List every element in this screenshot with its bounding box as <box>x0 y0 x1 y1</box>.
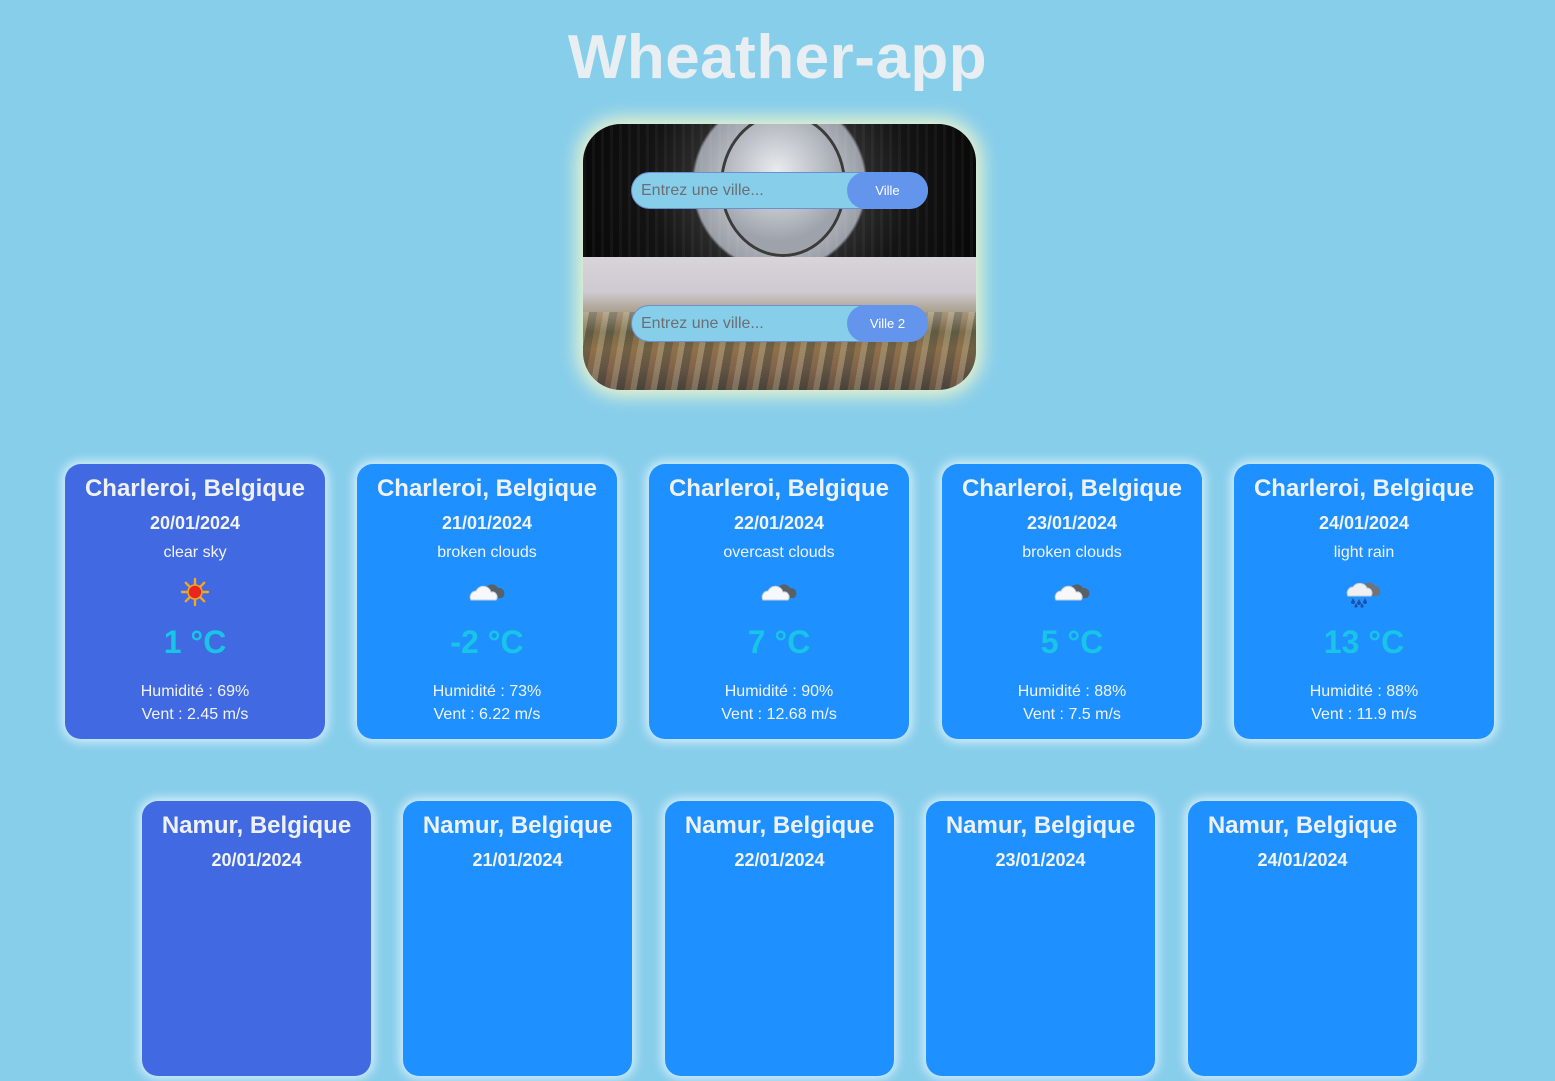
card-date: 20/01/2024 <box>149 513 241 533</box>
card-humidity: Humidité : 88% <box>1309 683 1419 700</box>
forecast-card[interactable]: Namur, Belgique 23/01/2024 <box>926 801 1155 1076</box>
broken-clouds-icon <box>1054 584 1090 601</box>
city-search-2: Ville 2 <box>631 305 928 342</box>
card-humidity: Humidité : 88% <box>1017 683 1127 700</box>
card-wind: Vent : 6.22 m/s <box>433 706 541 723</box>
card-city: Charleroi, Belgique <box>84 475 306 502</box>
card-date: 21/01/2024 <box>472 850 563 870</box>
card-city: Namur, Belgique <box>945 812 1136 839</box>
broken-clouds-icon <box>761 584 797 601</box>
search-panel: Ville Ville 2 <box>583 124 976 390</box>
city-search-1: Ville <box>631 172 928 209</box>
card-humidity: Humidité : 73% <box>432 683 542 700</box>
app-title: Wheather-app <box>567 23 988 92</box>
card-humidity: Humidité : 69% <box>140 683 250 700</box>
card-date: 20/01/2024 <box>211 850 302 870</box>
card-wind: Vent : 12.68 m/s <box>721 706 837 723</box>
card-city: Charleroi, Belgique <box>668 475 890 502</box>
card-temperature: 7 °C <box>747 624 811 660</box>
card-date: 22/01/2024 <box>734 850 825 870</box>
card-wind: Vent : 7.5 m/s <box>1023 706 1121 723</box>
card-date: 23/01/2024 <box>1026 513 1118 533</box>
card-description: broken clouds <box>1022 544 1122 561</box>
card-wind: Vent : 2.45 m/s <box>141 706 249 723</box>
city-search-button-1[interactable]: Ville <box>847 172 928 209</box>
card-city: Namur, Belgique <box>422 812 613 839</box>
card-date: 23/01/2024 <box>995 850 1086 870</box>
card-city: Charleroi, Belgique <box>961 475 1183 502</box>
sun-icon <box>180 577 210 607</box>
card-city: Namur, Belgique <box>684 812 875 839</box>
forecast-card[interactable]: Charleroi, Belgique 20/01/2024 clear sky… <box>65 464 325 739</box>
city-search-button-2[interactable]: Ville 2 <box>847 305 928 342</box>
card-humidity: Humidité : 90% <box>724 683 834 700</box>
forecast-card[interactable]: Charleroi, Belgique 24/01/2024 light rai… <box>1234 464 1494 739</box>
rain-icon <box>1346 582 1381 608</box>
forecast-card[interactable]: Namur, Belgique 21/01/2024 <box>403 801 632 1076</box>
card-date: 24/01/2024 <box>1318 513 1410 533</box>
forecast-card[interactable]: Charleroi, Belgique 22/01/2024 overcast … <box>649 464 909 739</box>
weather-icon-slot <box>1234 576 1494 608</box>
card-wind: Vent : 11.9 m/s <box>1311 706 1417 723</box>
broken-clouds-icon <box>469 584 505 601</box>
card-city: Charleroi, Belgique <box>1253 475 1475 502</box>
card-city: Namur, Belgique <box>1207 812 1398 839</box>
card-temperature: -2 °C <box>450 624 524 660</box>
forecast-card[interactable]: Namur, Belgique 20/01/2024 <box>142 801 371 1076</box>
card-description: clear sky <box>163 544 227 561</box>
card-date: 24/01/2024 <box>1257 850 1348 870</box>
weather-icon-slot <box>649 576 909 608</box>
card-temperature: 5 °C <box>1040 624 1104 660</box>
weather-icon-slot <box>65 576 325 608</box>
weather-icon-slot <box>942 576 1202 608</box>
forecast-row-city-2: Namur, Belgique 20/01/2024 Namur, Belgiq… <box>0 801 1555 1081</box>
card-city: Charleroi, Belgique <box>376 475 598 502</box>
card-city: Namur, Belgique <box>161 812 352 839</box>
forecast-card[interactable]: Charleroi, Belgique 21/01/2024 broken cl… <box>357 464 617 739</box>
card-date: 22/01/2024 <box>733 513 825 533</box>
weather-icon-slot <box>357 576 617 608</box>
card-temperature: 1 °C <box>163 624 227 660</box>
forecast-card[interactable]: Namur, Belgique 22/01/2024 <box>665 801 894 1076</box>
card-description: light rain <box>1333 544 1395 561</box>
card-description: overcast clouds <box>723 544 835 561</box>
forecast-row-city-1: Charleroi, Belgique 20/01/2024 clear sky… <box>0 464 1555 744</box>
forecast-card[interactable]: Namur, Belgique 24/01/2024 <box>1188 801 1417 1076</box>
card-temperature: 13 °C <box>1323 624 1405 660</box>
card-description: broken clouds <box>437 544 537 561</box>
card-date: 21/01/2024 <box>441 513 533 533</box>
forecast-card[interactable]: Charleroi, Belgique 23/01/2024 broken cl… <box>942 464 1202 739</box>
